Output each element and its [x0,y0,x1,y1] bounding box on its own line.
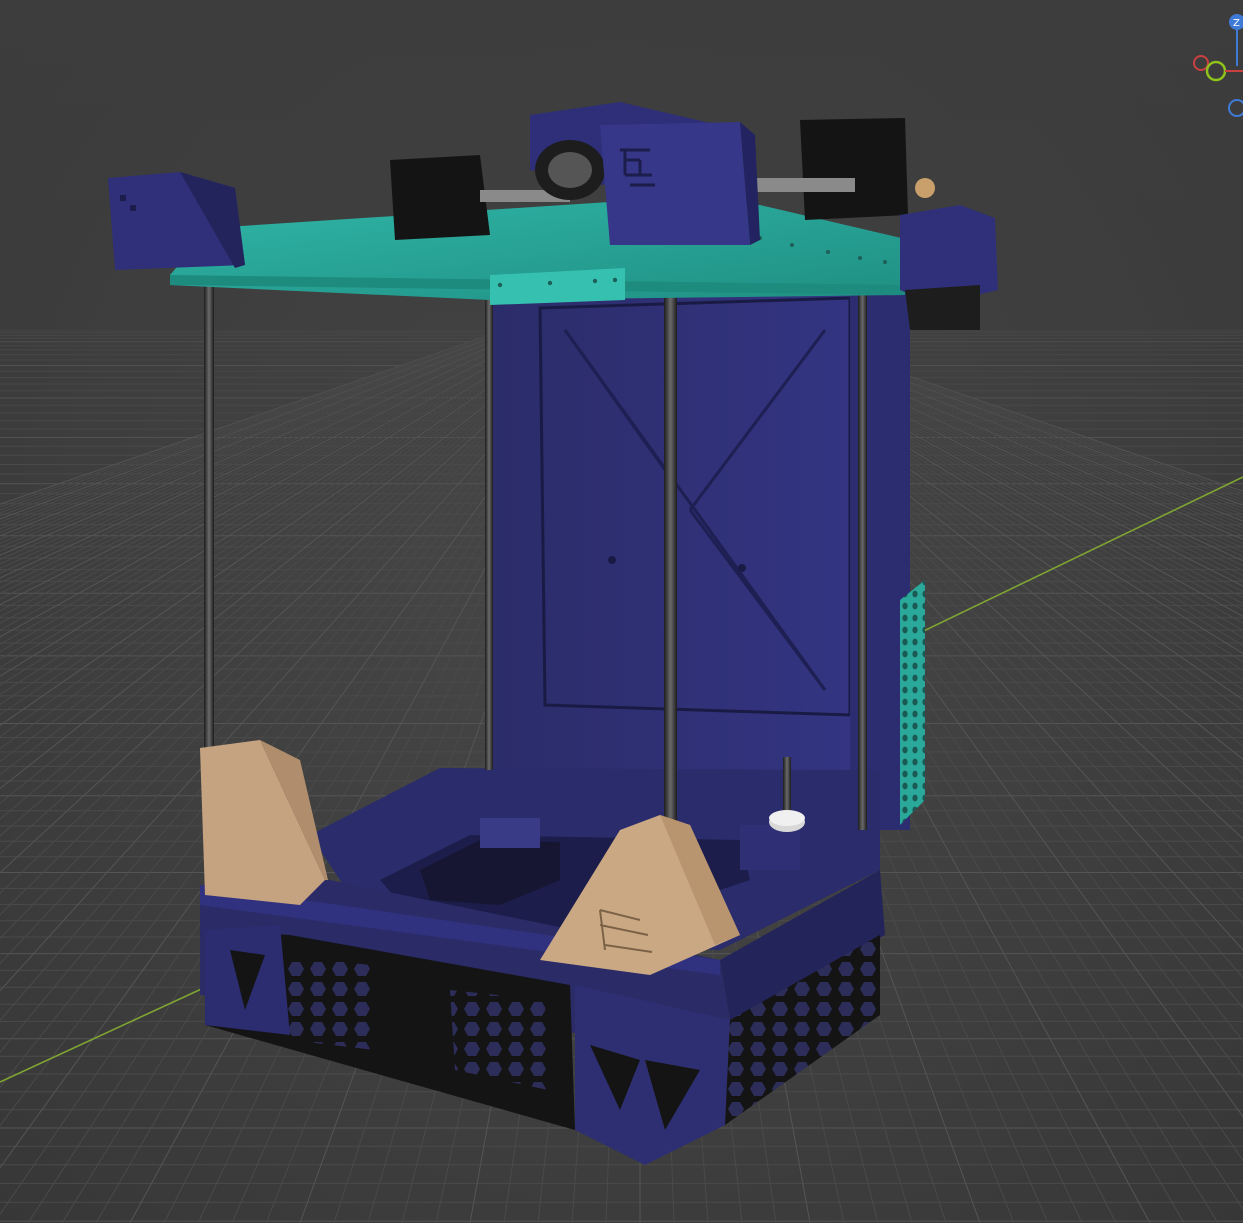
y-axis-handle[interactable] [1205,60,1227,82]
view-gizmo[interactable]: Z [1185,6,1243,126]
z-axis-label: Z [1233,18,1240,29]
electronics-panel [900,580,925,825]
back-panel [490,285,910,830]
x-axis-handle[interactable] [1193,55,1209,71]
scene-canvas[interactable] [0,0,1243,1223]
3d-viewport[interactable]: Z [0,0,1243,1223]
printer-model[interactable] [108,102,998,1165]
neg-z-axis-handle[interactable] [1228,99,1243,117]
